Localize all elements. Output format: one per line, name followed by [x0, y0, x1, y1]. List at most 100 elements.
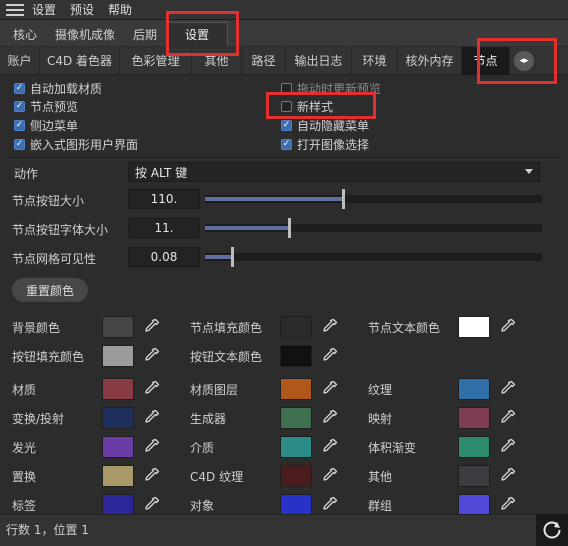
- eyedropper-icon[interactable]: [144, 496, 160, 512]
- checkbox-auto-load-materials[interactable]: ✓ 自动加载材质: [14, 80, 102, 96]
- color-swatch[interactable]: [280, 465, 312, 487]
- refresh-icon[interactable]: [536, 514, 568, 546]
- checkbox-embedded-gui[interactable]: ✓ 嵌入式图形用户界面: [14, 136, 138, 152]
- color-label: 背景颜色: [12, 321, 61, 335]
- tab-paths[interactable]: 路径: [242, 46, 286, 75]
- eyedropper-icon[interactable]: [500, 380, 516, 396]
- checkbox-auto-hide-menu[interactable]: ✓ 自动隐藏菜单: [281, 117, 369, 133]
- eyedropper-icon[interactable]: [144, 467, 160, 483]
- eyedropper-icon[interactable]: [500, 318, 516, 334]
- color-swatch[interactable]: [280, 407, 312, 429]
- slider-handle[interactable]: [288, 218, 292, 238]
- color-label: 发光: [12, 441, 37, 455]
- node-button-font-size-label: 节点按钮字体大小: [12, 223, 109, 237]
- color-swatch[interactable]: [458, 407, 490, 429]
- checkbox-label: 打开图像选择: [297, 137, 370, 152]
- tab-environment[interactable]: 环境: [352, 46, 398, 75]
- tab-out-of-core[interactable]: 核外内存: [398, 46, 462, 75]
- color-swatch[interactable]: [102, 465, 134, 487]
- checkbox-node-preview[interactable]: ✓ 节点预览: [14, 98, 78, 114]
- eyedropper-icon[interactable]: [144, 438, 160, 454]
- tab-settings[interactable]: 设置: [166, 22, 229, 46]
- tab-output-log[interactable]: 输出日志: [286, 46, 352, 75]
- color-swatch[interactable]: [280, 316, 312, 338]
- node-grid-visibility-input[interactable]: 0.08: [128, 247, 200, 267]
- color-swatch[interactable]: [102, 345, 134, 367]
- tab-account[interactable]: 账户: [0, 46, 40, 75]
- tab-c4d-shaders[interactable]: C4D 着色器: [40, 46, 120, 75]
- eyedropper-icon[interactable]: [500, 438, 516, 454]
- eyedropper-icon[interactable]: [500, 409, 516, 425]
- hamburger-icon[interactable]: [6, 3, 24, 16]
- color-swatch[interactable]: [280, 345, 312, 367]
- eyedropper-icon[interactable]: [322, 467, 338, 483]
- color-label: 标签: [12, 499, 37, 513]
- checkbox-label: 侧边菜单: [30, 118, 79, 133]
- color-label: 变换/投射: [12, 412, 65, 426]
- eyedropper-icon[interactable]: [144, 380, 160, 396]
- color-swatch[interactable]: [458, 436, 490, 458]
- status-bar: 行数 1，位置 1: [0, 514, 568, 546]
- color-swatch[interactable]: [102, 436, 134, 458]
- checkbox-side-menu[interactable]: ✓ 侧边菜单: [14, 117, 78, 133]
- checkmark-icon: ✓: [14, 119, 25, 131]
- checkbox-label: 自动加载材质: [30, 81, 103, 96]
- node-grid-visibility-label: 节点网格可见性: [12, 252, 97, 266]
- color-swatch[interactable]: [102, 407, 134, 429]
- slider-handle[interactable]: [342, 189, 346, 209]
- slider-handle[interactable]: [230, 247, 234, 267]
- color-swatch[interactable]: [280, 378, 312, 400]
- action-label: 动作: [14, 167, 39, 181]
- tab-color-management[interactable]: 色彩管理: [120, 46, 192, 75]
- tab-scroll-icon[interactable]: ◂▸: [514, 50, 534, 71]
- eyedropper-icon[interactable]: [144, 318, 160, 334]
- reset-colors-button[interactable]: 重置颜色: [12, 278, 88, 302]
- color-swatch[interactable]: [280, 436, 312, 458]
- divider: [8, 157, 560, 158]
- color-swatch[interactable]: [458, 465, 490, 487]
- checkbox-open-image-selection[interactable]: ✓ 打开图像选择: [281, 136, 369, 152]
- node-button-font-size-input[interactable]: 11.: [128, 218, 200, 238]
- color-swatch[interactable]: [458, 494, 490, 516]
- node-button-font-size-slider[interactable]: [205, 218, 542, 238]
- checkbox-new-style[interactable]: 新样式: [281, 98, 333, 114]
- node-button-size-input[interactable]: 110.: [128, 189, 200, 209]
- eyedropper-icon[interactable]: [144, 347, 160, 363]
- eyedropper-icon[interactable]: [322, 438, 338, 454]
- color-swatch[interactable]: [102, 316, 134, 338]
- checkbox-box: [281, 82, 292, 94]
- color-swatch[interactable]: [458, 316, 490, 338]
- tab-camera-imager[interactable]: 摄像机成像: [46, 22, 124, 46]
- eyedropper-icon[interactable]: [144, 409, 160, 425]
- eyedropper-icon[interactable]: [322, 496, 338, 512]
- color-label: 介质: [190, 441, 215, 455]
- eyedropper-icon[interactable]: [500, 467, 516, 483]
- menu-presets[interactable]: 预设: [70, 1, 94, 18]
- menu-settings[interactable]: 设置: [32, 1, 56, 18]
- checkbox-update-preview-on-drag[interactable]: 拖动时更新预览: [281, 80, 381, 96]
- tab-nodes[interactable]: 节点: [462, 46, 510, 75]
- checkmark-icon: ✓: [14, 138, 25, 150]
- tab-core[interactable]: 核心: [4, 22, 46, 46]
- eyedropper-icon[interactable]: [322, 347, 338, 363]
- color-label: 按钮填充颜色: [12, 350, 85, 364]
- color-label: 节点填充颜色: [190, 321, 263, 335]
- main-tab-bar: 核心 摄像机成像 后期 设置: [0, 20, 568, 46]
- checkbox-label: 节点预览: [30, 99, 79, 114]
- tab-post[interactable]: 后期: [124, 22, 166, 46]
- menu-help[interactable]: 帮助: [108, 1, 132, 18]
- node-grid-visibility-slider[interactable]: [205, 247, 542, 267]
- eyedropper-icon[interactable]: [322, 409, 338, 425]
- color-swatch[interactable]: [102, 494, 134, 516]
- eyedropper-icon[interactable]: [322, 380, 338, 396]
- eyedropper-icon[interactable]: [500, 496, 516, 512]
- action-dropdown[interactable]: 按 ALT 键: [128, 162, 540, 182]
- eyedropper-icon[interactable]: [322, 318, 338, 334]
- color-swatch[interactable]: [102, 378, 134, 400]
- color-swatch[interactable]: [280, 494, 312, 516]
- tab-other[interactable]: 其他: [192, 46, 242, 75]
- color-label: 按钮文本颜色: [190, 350, 263, 364]
- slider-fill: [205, 255, 232, 259]
- node-button-size-slider[interactable]: [205, 189, 542, 209]
- color-swatch[interactable]: [458, 378, 490, 400]
